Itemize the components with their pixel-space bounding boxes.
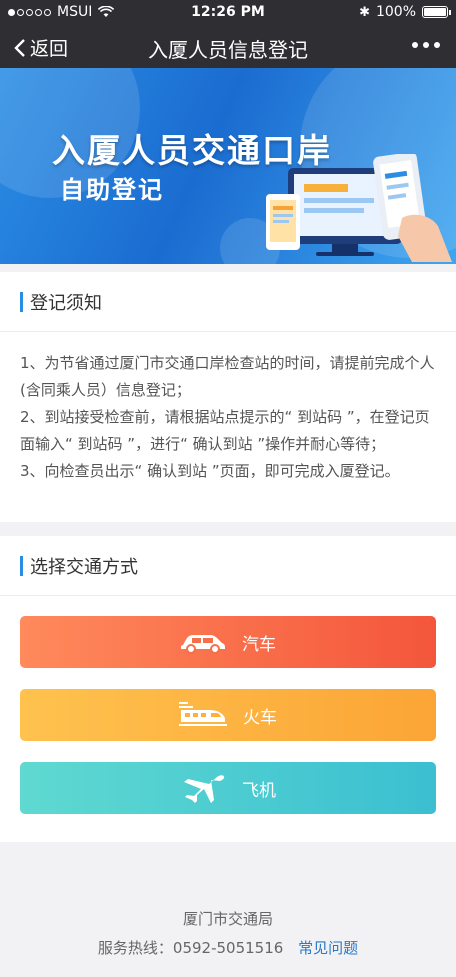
section-marker: [20, 291, 23, 312]
hotline-label: 服务热线：: [97, 939, 173, 957]
car-label: 汽车: [242, 634, 276, 655]
org-name: 厦门市交通局: [182, 910, 273, 928]
status-right: ✱ 100%: [359, 4, 451, 20]
train-icon: [179, 702, 227, 726]
nav-bar: 返回 入厦人员信息登记: [0, 26, 456, 68]
section-marker: [20, 555, 23, 576]
bluetooth-icon: ✱: [359, 4, 370, 20]
transport-panel: 选择交通方式 汽车 火车 飞机: [0, 536, 456, 842]
plane-label: 飞机: [242, 780, 276, 801]
notice-item: 2、到站接受检查前，请根据站点提示的“ 到站码 ”，在登记页面输入“ 到站码 ”…: [20, 408, 430, 453]
page-title: 入厦人员信息登记: [148, 38, 308, 62]
hotline-number[interactable]: 0592-5051516: [173, 939, 283, 957]
battery-icon: [422, 6, 451, 18]
transport-title: 选择交通方式: [30, 556, 138, 578]
battery-label: 100%: [375, 4, 416, 20]
notice-header: 登记须知: [0, 272, 456, 332]
status-bar: MSUI 12:26 PM ✱ 100%: [0, 0, 456, 26]
transport-header: 选择交通方式: [0, 536, 456, 596]
notice-item: 1、为节省通过厦门市交通口岸检查站的时间，请提前完成个人(含同乘人员）信息登记；: [20, 354, 435, 399]
train-button[interactable]: 火车: [20, 689, 436, 741]
train-label: 火车: [243, 707, 277, 728]
car-icon: [181, 635, 225, 654]
plane-button[interactable]: 飞机: [20, 762, 436, 814]
notice-panel: 登记须知 1、为节省通过厦门市交通口岸检查站的时间，请提前完成个人(含同乘人员）…: [0, 272, 456, 522]
devices-illustration: [266, 154, 452, 262]
banner-subtitle: 自助登记: [60, 176, 164, 204]
notice-item: 3、向检查员出示“ 确认到站 ”页面，即可完成入厦登记。: [20, 462, 400, 480]
plane-icon: [184, 775, 225, 803]
faq-link[interactable]: 常见问题: [298, 939, 358, 957]
top-bar: MSUI 12:26 PM ✱ 100% 返回 入厦人员信息登记: [0, 0, 456, 68]
notice-title: 登记须知: [30, 292, 102, 314]
notice-body: 1、为节省通过厦门市交通口岸检查站的时间，请提前完成个人(含同乘人员）信息登记；…: [0, 332, 456, 485]
hotline-row: 服务热线：0592-5051516 常见问题: [0, 937, 456, 958]
car-button[interactable]: 汽车: [20, 616, 436, 668]
more-menu-button[interactable]: [412, 42, 440, 48]
footer: 厦门市交通局 服务热线：0592-5051516 常见问题: [0, 908, 456, 958]
hero-banner: 入厦人员交通口岸 自助登记: [0, 68, 456, 264]
